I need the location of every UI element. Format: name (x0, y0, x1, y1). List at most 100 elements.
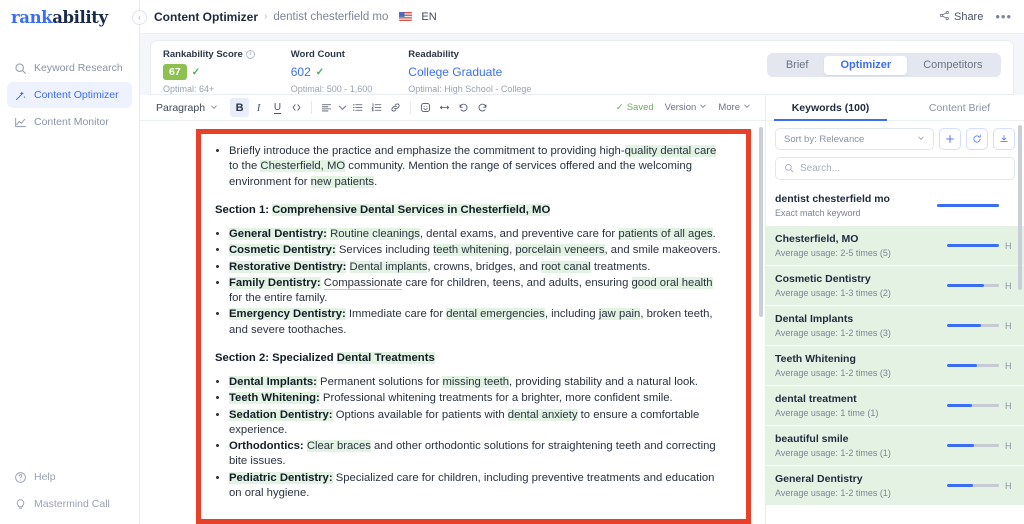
lightbulb-icon (14, 498, 27, 511)
sidebar-item-label: Content Optimizer (34, 89, 119, 101)
keyword-row[interactable]: Dental Implants Average usage: 1-2 times … (766, 306, 1024, 346)
sidebar-item-mastermind-call[interactable]: Mastermind Call (7, 491, 132, 517)
download-icon (999, 134, 1009, 144)
more-label: More (718, 102, 740, 113)
breadcrumb-main[interactable]: Content Optimizer (154, 10, 258, 24)
keyword-grade: H (1005, 320, 1012, 331)
sidebar-item-label: Help (34, 471, 56, 483)
version-label: Version (664, 102, 697, 113)
more-options-button[interactable]: ••• (995, 10, 1012, 23)
list-item: Cosmetic Dentistry: Services including t… (229, 243, 724, 258)
share-icon (939, 10, 950, 24)
sidebar-collapse-button[interactable]: ‹ (132, 10, 147, 25)
saved-label: Saved (626, 102, 654, 113)
add-keyword-button[interactable] (939, 128, 961, 150)
stat-label: Readability (408, 49, 531, 60)
keyword-row[interactable]: beautiful smile Average usage: 1-2 times … (766, 426, 1024, 466)
horizontal-rule-button[interactable] (435, 98, 454, 117)
share-button[interactable]: Share (939, 10, 983, 24)
intro-bullet: Briefly introduce the practice and empha… (229, 144, 724, 190)
section-1-heading: Section 1: Comprehensive Dental Services… (215, 203, 724, 218)
top-bar: Content Optimizer › dentist chesterfield… (140, 0, 1024, 34)
keyword-row[interactable]: Cosmetic Dentistry Average usage: 1-3 tim… (766, 266, 1024, 306)
keyword-texts: Dental Implants Average usage: 1-2 times … (775, 313, 947, 338)
undo-button[interactable] (454, 98, 473, 117)
paragraph-style-select[interactable]: Paragraph (150, 100, 224, 116)
keyword-highlight: root canal (541, 260, 591, 273)
info-icon[interactable]: i (245, 50, 255, 59)
readability-value: College Graduate (408, 65, 503, 79)
more-menu[interactable]: More (718, 102, 751, 113)
refresh-keywords-button[interactable] (966, 128, 988, 150)
code-button[interactable] (287, 98, 306, 117)
tab-competitors[interactable]: Competitors (907, 56, 998, 75)
editor-toolbar: Paragraph B I U ✓ Saved Version More (140, 95, 765, 121)
tab-keywords[interactable]: Keywords (100) (766, 95, 895, 121)
sort-by-select[interactable]: Sort by: Relevance (775, 128, 934, 150)
tab-content-brief[interactable]: Content Brief (895, 95, 1024, 120)
tab-optimizer[interactable]: Optimizer (824, 55, 908, 75)
text-run: Professional whitening treatments for a … (319, 392, 673, 405)
keyword-progress-bar (947, 444, 999, 447)
breadcrumb-sub[interactable]: dentist chesterfield mo (273, 11, 388, 23)
keyword-progress-bar (937, 204, 999, 207)
keyword-progress-fill (947, 444, 975, 447)
sidebar-item-keyword-research[interactable]: Keyword Research (7, 55, 132, 81)
version-menu[interactable]: Version (665, 102, 708, 113)
keyword-row[interactable]: Chesterfield, MO Average usage: 2-5 times… (766, 226, 1024, 266)
keyword-row[interactable]: dental treatment Average usage: 1 time (1… (766, 386, 1024, 426)
link-button[interactable] (386, 98, 405, 117)
numbered-list-button[interactable] (367, 98, 386, 117)
list-item: Orthodontics: Clear braces and other ort… (229, 439, 724, 470)
breadcrumb: Content Optimizer › dentist chesterfield… (154, 10, 437, 24)
keyword-row[interactable]: Teeth Whitening Average usage: 1-2 times … (766, 346, 1024, 386)
emoji-button[interactable] (416, 98, 435, 117)
sidebar-item-help[interactable]: Help (7, 464, 132, 490)
text-run: . (712, 228, 716, 240)
keyword-row[interactable]: General Dentistry Average usage: 1-2 time… (766, 466, 1024, 506)
brand-part-ability: ability (52, 7, 108, 27)
keywords-search-input[interactable] (800, 163, 1006, 174)
sidebar-item-label: Mastermind Call (34, 498, 110, 510)
section-1-highlight: Comprehensive Dental Services in Chester… (272, 203, 551, 216)
download-keywords-button[interactable] (993, 128, 1015, 150)
list-item: General Dentistry: Routine cleanings, de… (229, 227, 724, 242)
language-label[interactable]: EN (421, 11, 436, 23)
keyword-highlight: Dental implants (349, 260, 428, 273)
redo-button[interactable] (473, 98, 492, 117)
bold-button[interactable]: B (230, 98, 250, 117)
paragraph-style-label: Paragraph (156, 101, 206, 114)
keyword-meter: H (947, 401, 1012, 411)
keywords-search-box[interactable] (775, 157, 1015, 180)
align-chevron-icon[interactable] (336, 98, 348, 117)
sort-by-label: Sort by: Relevance (784, 133, 865, 145)
document-content[interactable]: Briefly introduce the practice and empha… (196, 129, 751, 524)
sidebar-item-label: Content Monitor (34, 116, 109, 128)
sidebar-item-content-optimizer[interactable]: Content Optimizer (7, 82, 132, 108)
chevron-down-icon (699, 102, 707, 113)
keyword-grade: H (1005, 480, 1012, 491)
align-button[interactable] (317, 98, 336, 117)
keyword-highlight: missing teeth (442, 376, 510, 388)
editor-scrollbar[interactable] (759, 127, 763, 317)
underline-button[interactable]: U (268, 98, 287, 117)
bullet-list-button[interactable] (348, 98, 367, 117)
text-run: , dental exams, and preventive care for (419, 228, 619, 240)
tab-brief[interactable]: Brief (770, 56, 825, 75)
keyword-highlight: porcelain veneers (515, 244, 605, 257)
share-label: Share (953, 10, 984, 23)
brand-logo[interactable]: rank ability (0, 0, 139, 34)
keywords-scrollbar[interactable] (1018, 125, 1022, 290)
list-item: Emergency Dentistry: Immediate care for … (229, 307, 724, 338)
stat-label-text: Readability (408, 49, 459, 60)
list-item-term: Sedation Dentistry: (229, 408, 333, 421)
chevron-down-icon (917, 134, 925, 145)
sidebar-item-content-monitor[interactable]: Content Monitor (7, 109, 132, 135)
keyword-texts: General Dentistry Average usage: 1-2 time… (775, 473, 947, 498)
search-icon (14, 62, 27, 75)
text-run: Briefly introduce the practice and empha… (229, 145, 625, 157)
keywords-controls-row: Sort by: Relevance (775, 128, 1015, 150)
italic-button[interactable]: I (249, 98, 268, 117)
keyword-row[interactable]: dentist chesterfield mo Exact match keywo… (766, 186, 1024, 226)
stats-card: Rankability Score i 67 ✓ Optimal: 64+ Wo… (150, 40, 1014, 95)
